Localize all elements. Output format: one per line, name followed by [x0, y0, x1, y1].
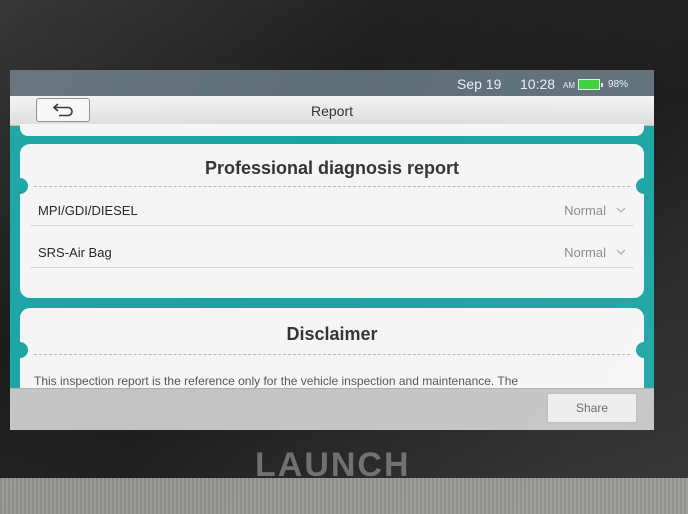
chevron-down-icon — [616, 207, 626, 213]
status-time: 10:28 — [520, 76, 556, 92]
device-frame: Sep 19 10:28 AM 98% Report Professional … — [0, 0, 688, 514]
report-heading: Professional diagnosis report — [204, 158, 460, 178]
share-button[interactable]: Share — [547, 393, 637, 423]
page-title: Report — [310, 103, 354, 119]
battery-icon — [578, 79, 603, 90]
battery-percent: 98% — [608, 79, 629, 90]
title-bar: Report — [10, 96, 654, 126]
report-row[interactable]: MPI/GDI/DIESEL Normal — [30, 194, 634, 226]
bottom-toolbar: Share — [10, 388, 654, 430]
divider — [34, 354, 630, 355]
diagnosis-report-card: Professional diagnosis report MPI/GDI/DI… — [12, 144, 652, 298]
status-bar: Sep 19 10:28 AM 98% — [10, 70, 654, 96]
screen: Sep 19 10:28 AM 98% Report Professional … — [10, 70, 654, 430]
disclaimer-heading: Disclaimer — [286, 324, 378, 344]
report-row[interactable]: SRS-Air Bag Normal — [30, 236, 634, 268]
status-date: Sep 19 — [457, 76, 502, 92]
divider — [34, 186, 630, 187]
status-ampm: AM — [563, 81, 575, 90]
disclaimer-text: This inspection report is the reference … — [34, 374, 519, 388]
card-notch-left — [12, 178, 28, 194]
previous-card-edge — [20, 124, 644, 136]
chevron-down-icon — [616, 249, 626, 255]
card-notch-right — [636, 178, 652, 194]
row-status: Normal — [564, 203, 606, 218]
row-label: SRS-Air Bag — [38, 245, 112, 260]
row-status: Normal — [564, 245, 606, 260]
row-label: MPI/GDI/DIESEL — [38, 203, 138, 218]
device-base — [0, 478, 688, 514]
